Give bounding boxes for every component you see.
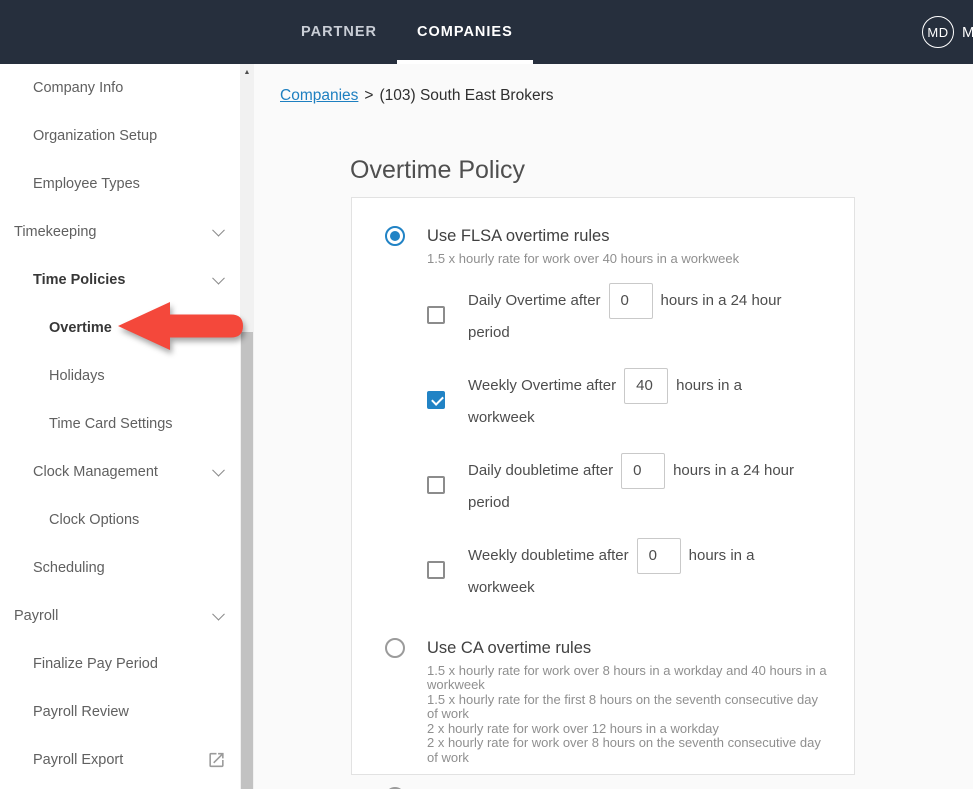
sidebar-item-label: Payroll Review <box>33 704 129 720</box>
sidebar-item-company-info[interactable]: Company Info <box>0 64 240 112</box>
breadcrumb-current: (103) South East Brokers <box>379 87 553 104</box>
label-prefix: Weekly Overtime after <box>468 376 616 393</box>
description-line: 2 x hourly rate for work over 12 hours i… <box>427 722 830 737</box>
weekly-doubletime-checkbox[interactable] <box>427 561 445 579</box>
sidebar: Company Info Organization Setup Employee… <box>0 64 240 789</box>
main-content: Companies > (103) South East Brokers Overt… <box>254 64 973 789</box>
sidebar-item-label: Clock Management <box>33 464 158 480</box>
scrollbar-up-arrow-icon[interactable]: ▲ <box>240 64 254 80</box>
sidebar-item-payroll-export[interactable]: Payroll Export <box>0 736 240 784</box>
sidebar-item-label: Payroll <box>14 608 58 624</box>
chevron-down-icon <box>212 464 225 477</box>
option-nv: Use NV overtime rules 1.5 x hourly rate … <box>385 784 830 789</box>
label-prefix: Daily Overtime after <box>468 291 601 308</box>
option-ca-body: Use CA overtime rules 1.5 x hourly rate … <box>427 635 830 766</box>
chevron-down-icon <box>212 224 225 237</box>
radio-flsa[interactable] <box>385 226 405 246</box>
description-line: 1.5 x hourly rate for the first 8 hours … <box>427 693 830 722</box>
daily-overtime-hours-input[interactable] <box>609 283 653 319</box>
sidebar-item-time-policies[interactable]: Time Policies <box>0 256 240 304</box>
sidebar-item-label: Scheduling <box>33 560 105 576</box>
user-name: M <box>962 24 973 41</box>
option-flsa-label: Use FLSA overtime rules <box>427 223 830 249</box>
daily-overtime-checkbox[interactable] <box>427 306 445 324</box>
sidebar-item-payroll[interactable]: Payroll <box>0 592 240 640</box>
page-title: Overtime Policy <box>350 156 525 185</box>
tab-partner[interactable]: PARTNER <box>281 0 397 64</box>
sidebar-item-label: Time Policies <box>33 272 125 288</box>
sidebar-item-label: Payroll Export <box>33 752 123 768</box>
sidebar-item-clock-management[interactable]: Clock Management <box>0 448 240 496</box>
breadcrumb-separator: > <box>364 87 373 104</box>
option-ca: Use CA overtime rules 1.5 x hourly rate … <box>385 635 830 766</box>
weekly-doubletime-label: Weekly doubletime afterhours in a workwe… <box>468 538 808 602</box>
top-navbar: PARTNER COMPANIES MD M <box>0 0 973 64</box>
sidebar-item-finalize-pay-period[interactable]: Finalize Pay Period <box>0 640 240 688</box>
breadcrumb-link-companies[interactable]: Companies <box>280 87 358 104</box>
option-flsa-body: Use FLSA overtime rules 1.5 x hourly rat… <box>427 223 830 623</box>
daily-overtime-label: Daily Overtime afterhours in a 24 hour p… <box>468 283 808 347</box>
label-prefix: Daily doubletime after <box>468 461 613 478</box>
sidebar-item-holidays[interactable]: Holidays <box>0 352 240 400</box>
avatar[interactable]: MD <box>922 16 954 48</box>
description-line: 2 x hourly rate for work over 8 hours on… <box>427 736 830 765</box>
sidebar-item-employee-types[interactable]: Employee Types <box>0 160 240 208</box>
weekly-doubletime-hours-input[interactable] <box>637 538 681 574</box>
daily-doubletime-hours-input[interactable] <box>621 453 665 489</box>
tab-companies[interactable]: COMPANIES <box>397 0 533 64</box>
sidebar-item-label: Company Info <box>33 80 123 96</box>
flsa-checkbox-rows: Daily Overtime afterhours in a 24 hour p… <box>427 283 830 602</box>
daily-doubletime-label: Daily doubletime afterhours in a 24 hour… <box>468 453 808 517</box>
sidebar-item-label: Overtime <box>49 320 112 336</box>
sidebar-item-scheduling[interactable]: Scheduling <box>0 544 240 592</box>
sidebar-item-clock-options[interactable]: Clock Options <box>0 496 240 544</box>
option-flsa: Use FLSA overtime rules 1.5 x hourly rat… <box>385 223 830 623</box>
weekly-overtime-checkbox[interactable] <box>427 391 445 409</box>
sidebar-item-label: Time Card Settings <box>49 416 173 432</box>
sidebar-item-timekeeping[interactable]: Timekeeping <box>0 208 240 256</box>
option-nv-label: Use NV overtime rules <box>427 784 830 789</box>
breadcrumb: Companies > (103) South East Brokers <box>280 87 554 105</box>
sidebar-item-label: Organization Setup <box>33 128 157 144</box>
option-flsa-description: 1.5 x hourly rate for work over 40 hours… <box>427 252 830 267</box>
sidebar-item-time-card-settings[interactable]: Time Card Settings <box>0 400 240 448</box>
radio-ca[interactable] <box>385 638 405 658</box>
daily-doubletime-row: Daily doubletime afterhours in a 24 hour… <box>427 453 830 517</box>
weekly-overtime-row: Weekly Overtime afterhours in a workweek <box>427 368 830 432</box>
weekly-doubletime-row: Weekly doubletime afterhours in a workwe… <box>427 538 830 602</box>
option-ca-label: Use CA overtime rules <box>427 635 830 661</box>
sidebar-item-payroll-review[interactable]: Payroll Review <box>0 688 240 736</box>
sidebar-item-overtime[interactable]: Overtime <box>0 304 240 352</box>
daily-doubletime-checkbox[interactable] <box>427 476 445 494</box>
sidebar-item-label: Employee Types <box>33 176 140 192</box>
chevron-down-icon <box>212 272 225 285</box>
overtime-policy-card: Use FLSA overtime rules 1.5 x hourly rat… <box>351 197 855 775</box>
external-link-icon <box>207 751 226 770</box>
sidebar-item-organization-setup[interactable]: Organization Setup <box>0 112 240 160</box>
sidebar-item-label: Clock Options <box>49 512 139 528</box>
description-line: 1.5 x hourly rate for work over 40 hours… <box>427 252 830 267</box>
label-prefix: Weekly doubletime after <box>468 546 629 563</box>
sidebar-item-label: Finalize Pay Period <box>33 656 158 672</box>
sidebar-item-label: Holidays <box>49 368 105 384</box>
daily-overtime-row: Daily Overtime afterhours in a 24 hour p… <box>427 283 830 347</box>
user-menu[interactable]: MD M <box>922 0 973 64</box>
sidebar-scrollbar[interactable]: ▲ <box>240 64 254 789</box>
description-line: 1.5 x hourly rate for work over 8 hours … <box>427 664 830 693</box>
weekly-overtime-hours-input[interactable] <box>624 368 668 404</box>
chevron-down-icon <box>212 608 225 621</box>
option-nv-body: Use NV overtime rules 1.5 x hourly rate … <box>427 784 830 789</box>
nav-tabs: PARTNER COMPANIES <box>281 0 533 64</box>
weekly-overtime-label: Weekly Overtime afterhours in a workweek <box>468 368 808 432</box>
scrollbar-thumb[interactable] <box>241 332 253 789</box>
option-ca-description: 1.5 x hourly rate for work over 8 hours … <box>427 664 830 766</box>
app-window: PARTNER COMPANIES MD M Company Info Orga… <box>0 0 973 789</box>
sidebar-item-label: Timekeeping <box>14 224 96 240</box>
